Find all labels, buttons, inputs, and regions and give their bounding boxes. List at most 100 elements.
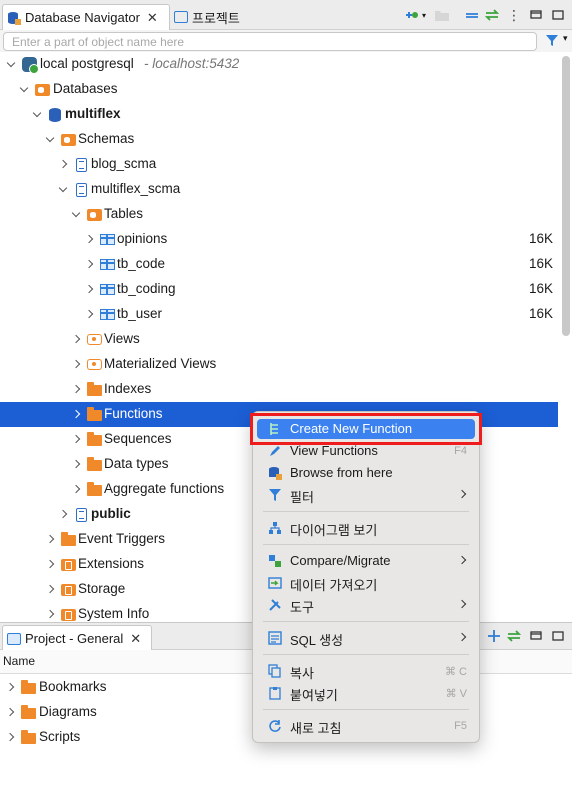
materialized-views-icon (87, 359, 102, 370)
database-icon (48, 108, 62, 122)
expand-toggle-icon[interactable] (45, 560, 55, 570)
expand-toggle-icon[interactable] (71, 460, 81, 470)
add-icon[interactable] (486, 629, 502, 643)
menu-item-sql-generate[interactable]: SQL 생성 (257, 628, 475, 648)
tree-node-schemas[interactable]: Schemas (0, 127, 558, 152)
expand-toggle-icon[interactable] (84, 260, 94, 270)
menu-item-label: 데이터 가져오기 (290, 578, 378, 593)
menu-item-label: Browse from here (290, 465, 393, 480)
expand-toggle-icon[interactable] (5, 683, 15, 693)
tree-node-table[interactable]: tb_coding 16K (0, 277, 558, 302)
tree-label: public (91, 506, 131, 521)
tree-scrollbar[interactable] (562, 56, 570, 336)
tree-label: Event Triggers (78, 531, 166, 546)
tree-node-indexes[interactable]: Indexes (0, 377, 558, 402)
expand-toggle-icon[interactable] (45, 610, 55, 620)
maximize-icon[interactable] (550, 629, 566, 643)
expand-toggle-icon[interactable] (45, 535, 55, 545)
tab-project[interactable]: 프로젝트 (172, 4, 242, 30)
menu-item-compare-migrate[interactable]: Compare/Migrate (257, 551, 475, 571)
expand-toggle-icon[interactable] (6, 60, 16, 70)
collapse-all-icon[interactable] (464, 8, 480, 22)
expand-toggle-icon[interactable] (84, 235, 94, 245)
tab-project-label: 프로젝트 (192, 10, 240, 26)
expand-toggle-icon[interactable] (71, 410, 81, 420)
expand-toggle-icon[interactable] (71, 210, 81, 220)
view-menu-icon[interactable]: ⋮ (506, 7, 522, 23)
expand-toggle-icon[interactable] (19, 85, 29, 95)
folder-icon (87, 457, 102, 471)
tree-node-database-multiflex[interactable]: multiflex (0, 102, 558, 127)
expand-toggle-icon[interactable] (71, 385, 81, 395)
tree-label: Extensions (78, 556, 145, 571)
expand-toggle-icon[interactable] (84, 310, 94, 320)
sql-icon (268, 631, 282, 645)
table-size: 16K (528, 231, 553, 246)
expand-toggle-icon[interactable] (84, 285, 94, 295)
expand-toggle-icon[interactable] (58, 510, 68, 520)
menu-item-paste[interactable]: 붙여넣기 ⌘ V (257, 683, 475, 703)
expand-toggle-icon[interactable] (5, 733, 15, 743)
tree-label: Sequences (104, 431, 172, 446)
tree-node-materialized-views[interactable]: Materialized Views (0, 352, 558, 377)
tree-label: blog_scma (91, 156, 157, 171)
context-menu: Create New Function View Functions F4 Br… (252, 411, 480, 743)
close-icon[interactable]: ✕ (130, 631, 141, 647)
minimize-icon[interactable] (528, 8, 544, 22)
tree-label: tb_code (117, 256, 166, 271)
scripts-folder-icon (21, 730, 36, 744)
link-editor-icon[interactable] (506, 629, 522, 643)
menu-item-browse-from-here[interactable]: Browse from here (257, 463, 475, 483)
object-name-filter-input[interactable] (3, 32, 537, 51)
menu-item-label: View Functions (290, 443, 378, 458)
expand-toggle-icon[interactable] (71, 360, 81, 370)
close-icon[interactable]: ✕ (147, 10, 158, 26)
tab-database-navigator[interactable]: Database Navigator ✕ (2, 4, 170, 30)
new-folder-icon[interactable] (434, 8, 450, 22)
maximize-icon[interactable] (550, 8, 566, 22)
new-connection-icon[interactable] (404, 8, 420, 22)
expand-toggle-icon[interactable] (71, 485, 81, 495)
minimize-icon[interactable] (528, 629, 544, 643)
menu-item-copy[interactable]: 복사 ⌘ C (257, 661, 475, 681)
expand-toggle-icon[interactable] (32, 110, 42, 120)
diagrams-folder-icon (21, 705, 36, 719)
expand-toggle-icon[interactable] (45, 135, 55, 145)
tree-node-table[interactable]: tb_user 16K (0, 302, 558, 327)
menu-item-refresh[interactable]: 새로 고침 F5 (257, 716, 475, 736)
tree-node-schema-blog[interactable]: blog_scma (0, 152, 558, 177)
tab-project-general[interactable]: Project - General ✕ (2, 625, 152, 651)
tree-node-views[interactable]: Views (0, 327, 558, 352)
browse-icon (268, 466, 282, 480)
tree-node-table[interactable]: tb_code 16K (0, 252, 558, 277)
table-icon (100, 284, 115, 295)
filter-dropdown-icon[interactable]: ▾ (563, 33, 568, 44)
expand-toggle-icon[interactable] (71, 435, 81, 445)
menu-item-import-data[interactable]: 데이터 가져오기 (257, 573, 475, 593)
link-editor-icon[interactable] (484, 8, 500, 22)
tree-node-databases[interactable]: Databases (0, 77, 558, 102)
tree-node-table[interactable]: opinions 16K (0, 227, 558, 252)
menu-item-filter[interactable]: 필터 (257, 485, 475, 505)
tree-label: Diagrams (39, 704, 97, 719)
tab-database-navigator-label: Database Navigator (25, 10, 140, 25)
expand-toggle-icon[interactable] (45, 585, 55, 595)
connection-host: - localhost:5432 (144, 56, 240, 71)
tree-node-tables[interactable]: Tables (0, 202, 558, 227)
menu-item-view-diagram[interactable]: 다이어그램 보기 (257, 518, 475, 538)
expand-toggle-icon[interactable] (58, 185, 68, 195)
menu-item-label: 필터 (290, 490, 314, 505)
tree-node-schema-multiflex[interactable]: multiflex_scma (0, 177, 558, 202)
menu-item-tools[interactable]: 도구 (257, 595, 475, 615)
expand-toggle-icon[interactable] (58, 160, 68, 170)
tree-node-connection[interactable]: local postgresql - localhost:5432 (0, 52, 558, 77)
menu-item-label: Compare/Migrate (290, 553, 391, 568)
filter-icon[interactable] (545, 34, 561, 48)
tree-label: System Info (78, 606, 150, 621)
connection-name: local postgresql (40, 56, 134, 71)
tree-label: multiflex (65, 106, 121, 121)
expand-toggle-icon[interactable] (5, 708, 15, 718)
tree-label: Schemas (78, 131, 135, 146)
chevron-down-icon[interactable]: ▾ (420, 8, 428, 22)
expand-toggle-icon[interactable] (71, 335, 81, 345)
